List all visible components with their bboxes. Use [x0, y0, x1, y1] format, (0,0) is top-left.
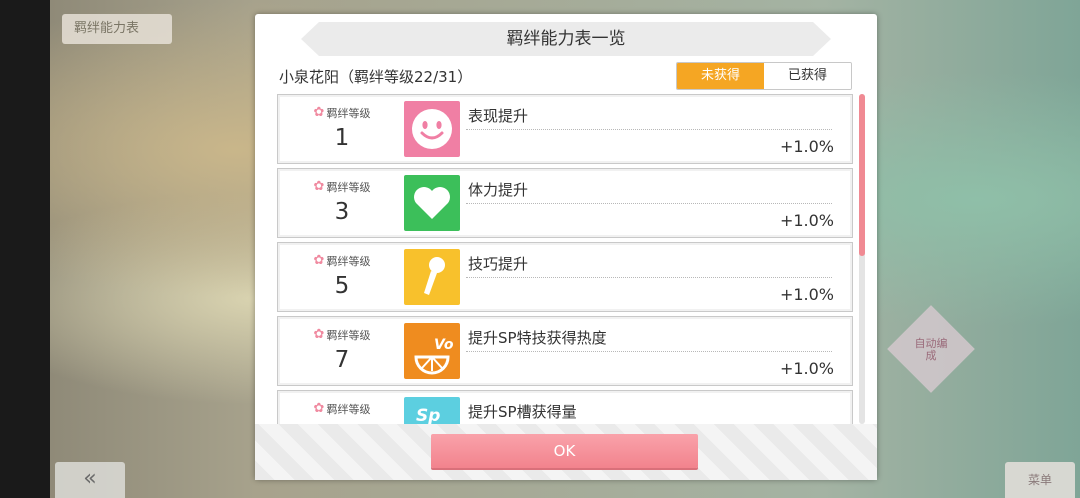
dotted-divider	[466, 277, 832, 278]
skill-value: +1.0%	[779, 211, 834, 230]
flower-icon: ✿	[313, 253, 325, 268]
tab-acquired[interactable]: 已获得	[764, 63, 851, 89]
bond-level-number: 3	[334, 199, 350, 225]
list-scrollbar-thumb[interactable]	[859, 94, 865, 256]
dialog-title: 羁绊能力表一览	[301, 22, 831, 56]
svg-text:Sp: Sp	[416, 406, 440, 424]
acquisition-tabs: 未获得 已获得	[676, 62, 852, 90]
skill-name: 表现提升	[468, 107, 529, 125]
dotted-divider	[466, 351, 832, 352]
flower-icon: ✿	[313, 401, 325, 416]
bond-level-label: 羁绊等级	[326, 403, 371, 416]
flower-icon: ✿	[313, 105, 325, 120]
menu-button[interactable]: 菜单	[1005, 462, 1075, 498]
skill-value: +1.0%	[779, 137, 834, 156]
left-edge	[0, 0, 50, 498]
background-tag: 羁绊能力表	[62, 14, 172, 44]
bond-level-block: ✿ 羁绊等级 3	[298, 179, 386, 225]
vo-icon: Vo	[404, 323, 460, 379]
bond-level-block: ✿ 羁绊等级	[298, 401, 386, 421]
bond-level-block: ✿ 羁绊等级 5	[298, 253, 386, 299]
back-button[interactable]: «	[55, 462, 125, 498]
skill-value: +1.0%	[779, 285, 834, 304]
skill-name: 技巧提升	[468, 255, 529, 273]
bond-level-block: ✿ 羁绊等级 7	[298, 327, 386, 373]
ok-button[interactable]: OK	[431, 434, 698, 468]
bond-level-number: 5	[334, 273, 350, 299]
character-bond-level: 小泉花阳（羁绊等级22/31）	[279, 68, 473, 86]
dotted-divider	[466, 129, 832, 130]
skill-name: 提升SP特技获得热度	[468, 329, 607, 347]
auto-formation-label: 自动编成	[914, 337, 948, 362]
bond-level-number: 1	[334, 125, 350, 151]
flower-icon: ✿	[313, 327, 325, 342]
sp-icon: Sp	[404, 397, 460, 424]
list-item: ✿ 羁绊等级 7 Vo 提升SP特技获得热度 +1.0%	[277, 316, 853, 386]
tab-not-acquired[interactable]: 未获得	[677, 63, 764, 89]
heart-icon	[404, 175, 460, 231]
list-item: ✿ 羁绊等级 Sp 提升SP槽获得量	[277, 390, 853, 424]
list-item: ✿ 羁绊等级 5 技巧提升 +1.0%	[277, 242, 853, 312]
bond-level-block: ✿ 羁绊等级 1	[298, 105, 386, 151]
list-item: ✿ 羁绊等级 1 表现提升 +1.0%	[277, 94, 853, 164]
svg-text:Vo: Vo	[434, 337, 454, 353]
bond-ability-dialog: 羁绊能力表一览 小泉花阳（羁绊等级22/31） 未获得 已获得 ✿ 羁绊等级 1 …	[255, 14, 877, 480]
flower-icon: ✿	[313, 179, 325, 194]
list-item: ✿ 羁绊等级 3 体力提升 +1.0%	[277, 168, 853, 238]
skill-name: 提升SP槽获得量	[468, 403, 577, 421]
dotted-divider	[466, 203, 832, 204]
skill-name: 体力提升	[468, 181, 529, 199]
bond-level-label: 羁绊等级	[326, 329, 371, 342]
smile-icon	[404, 101, 460, 157]
ability-list[interactable]: ✿ 羁绊等级 1 表现提升 +1.0% ✿ 羁绊等级 3 体力提升 +1.0% …	[277, 94, 853, 424]
bond-level-label: 羁绊等级	[326, 107, 371, 120]
bond-level-number: 7	[334, 347, 350, 373]
microphone-icon	[404, 249, 460, 305]
skill-value: +1.0%	[779, 359, 834, 378]
bond-level-label: 羁绊等级	[326, 181, 371, 194]
bond-level-label: 羁绊等级	[326, 255, 371, 268]
